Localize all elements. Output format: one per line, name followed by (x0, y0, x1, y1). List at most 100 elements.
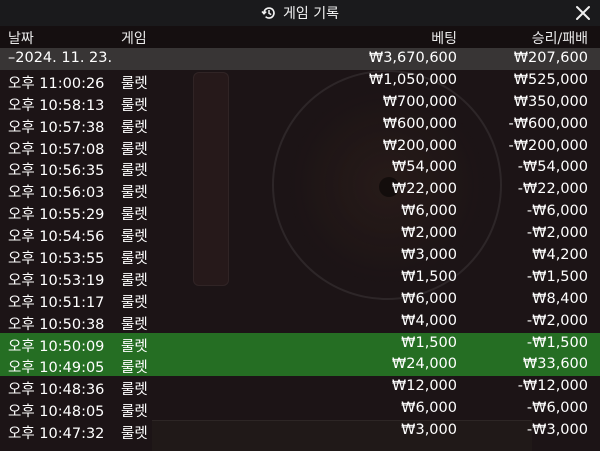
column-header-bet[interactable]: 베팅 (431, 28, 457, 48)
row-time: 오후 10:51:17 (8, 294, 105, 311)
row-time: 오후 10:50:38 (8, 316, 105, 333)
row-result: -₩54,000 (517, 159, 588, 176)
dialog-titlebar: 게임 기록 (0, 0, 600, 26)
row-result: -₩6,000 (526, 203, 588, 220)
row-game: 룰렛 (121, 119, 148, 136)
row-time: 오후 11:00:26 (8, 75, 105, 92)
row-bet: ₩6,000 (401, 203, 457, 220)
row-game: 룰렛 (121, 294, 148, 311)
row-bet: ₩54,000 (391, 159, 457, 176)
row-game: 룰렛 (121, 163, 148, 180)
table-row[interactable]: 오후 10:48:36 룰렛 ₩12,000 -₩12,000 (0, 376, 600, 398)
row-bet: ₩4,000 (401, 312, 457, 329)
table-row[interactable]: 오후 10:55:29 룰렛 ₩6,000 -₩6,000 (0, 201, 600, 223)
row-time: 오후 10:53:19 (8, 272, 105, 289)
table-row[interactable]: 오후 10:53:19 룰렛 ₩1,500 -₩1,500 (0, 267, 600, 289)
row-time: 오후 10:53:55 (8, 251, 105, 268)
row-result: -₩2,000 (526, 312, 588, 329)
table-row[interactable]: 오후 10:49:05 룰렛 ₩24,000 ₩33,600 (0, 354, 600, 376)
row-time: 오후 10:54:56 (8, 229, 105, 246)
dialog-title: 게임 기록 (283, 6, 339, 22)
column-header-result[interactable]: 승리/패배 (532, 28, 588, 48)
table-row[interactable]: 오후 10:57:08 룰렛 ₩200,000 -₩200,000 (0, 136, 600, 158)
row-result: ₩33,600 (522, 356, 588, 373)
row-bet: ₩6,000 (401, 290, 457, 307)
table-row[interactable]: 오후 10:54:56 룰렛 ₩2,000 -₩2,000 (0, 223, 600, 245)
table-row[interactable]: 오후 10:53:55 룰렛 ₩3,000 ₩4,200 (0, 245, 600, 267)
row-bet: ₩12,000 (391, 378, 457, 395)
row-bet: ₩1,500 (401, 268, 457, 285)
row-time: 오후 10:48:05 (8, 404, 105, 421)
table-row[interactable]: 오후 10:47:32 룰렛 ₩3,000 -₩3,000 (0, 420, 600, 442)
row-bet: ₩1,050,000 (368, 71, 457, 88)
table-row[interactable]: 오후 10:58:13 룰렛 ₩700,000 ₩350,000 (0, 92, 600, 114)
table-row[interactable]: 오후 10:50:38 룰렛 ₩4,000 -₩2,000 (0, 311, 600, 333)
column-header-date[interactable]: 날짜 (8, 28, 34, 48)
row-result: ₩4,200 (532, 247, 588, 264)
table-row[interactable]: 오후 11:00:26 룰렛 ₩1,050,000 ₩525,000 (0, 70, 600, 92)
row-game: 룰렛 (121, 229, 148, 246)
row-result: -₩3,000 (526, 422, 588, 439)
row-game: 룰렛 (121, 360, 148, 377)
date-summary-row[interactable]: –2024. 11. 23. ₩3,670,600 ₩207,600 (0, 48, 600, 70)
row-game: 룰렛 (121, 251, 148, 268)
table-row[interactable]: 오후 10:48:05 룰렛 ₩6,000 -₩6,000 (0, 398, 600, 420)
close-button[interactable] (572, 1, 594, 25)
row-bet: ₩200,000 (382, 137, 457, 154)
row-game: 룰렛 (121, 97, 148, 114)
row-result: -₩6,000 (526, 400, 588, 417)
row-bet: ₩24,000 (391, 356, 457, 373)
summary-result: ₩207,600 (513, 50, 588, 66)
row-bet: ₩3,000 (401, 247, 457, 264)
history-rows: 오후 11:00:26 룰렛 ₩1,050,000 ₩525,000 오후 10:58:… (0, 70, 600, 442)
table-row[interactable]: 오후 10:50:09 룰렛 ₩1,500 -₩1,500 (0, 332, 600, 355)
row-bet: ₩2,000 (401, 225, 457, 242)
row-time: 오후 10:58:13 (8, 97, 105, 114)
row-game: 룰렛 (121, 207, 148, 224)
game-history-dialog: 게임 기록 날짜 게임 베팅 승리/패배 –2024. 11. 23. ₩3,6… (0, 0, 600, 451)
row-time: 오후 10:50:09 (8, 338, 105, 355)
row-result: ₩350,000 (513, 93, 588, 110)
row-result: ₩8,400 (532, 290, 588, 307)
row-result: -₩1,500 (526, 334, 588, 351)
row-bet: ₩22,000 (391, 181, 457, 198)
row-time: 오후 10:48:36 (8, 382, 105, 399)
row-time: 오후 10:56:03 (8, 185, 105, 202)
history-clock-icon (261, 5, 277, 21)
row-time: 오후 10:57:38 (8, 119, 105, 136)
row-result: -₩200,000 (508, 137, 588, 154)
row-game: 룰렛 (121, 382, 148, 399)
row-bet: ₩1,500 (401, 334, 457, 351)
row-game: 룰렛 (121, 185, 148, 202)
row-game: 룰렛 (121, 75, 148, 92)
row-game: 룰렛 (121, 338, 148, 355)
row-time: 오후 10:49:05 (8, 360, 105, 377)
summary-date: –2024. 11. 23. (8, 50, 113, 66)
row-result: ₩525,000 (513, 71, 588, 88)
row-bet: ₩3,000 (401, 422, 457, 439)
table-header: 날짜 게임 베팅 승리/패배 (0, 26, 600, 48)
row-result: -₩2,000 (526, 225, 588, 242)
row-bet: ₩6,000 (401, 400, 457, 417)
row-game: 룰렛 (121, 316, 148, 333)
column-header-game[interactable]: 게임 (121, 28, 147, 48)
row-time: 오후 10:55:29 (8, 207, 105, 224)
row-result: -₩1,500 (526, 268, 588, 285)
row-result: -₩600,000 (508, 115, 588, 132)
row-result: -₩12,000 (517, 378, 588, 395)
row-time: 오후 10:56:35 (8, 163, 105, 180)
row-time: 오후 10:57:08 (8, 141, 105, 158)
summary-bet: ₩3,670,600 (368, 50, 457, 66)
close-icon[interactable] (575, 5, 591, 21)
table-row[interactable]: 오후 10:57:38 룰렛 ₩600,000 -₩600,000 (0, 114, 600, 136)
row-bet: ₩600,000 (382, 115, 457, 132)
table-row[interactable]: 오후 10:56:03 룰렛 ₩22,000 -₩22,000 (0, 179, 600, 201)
row-game: 룰렛 (121, 141, 148, 158)
row-game: 룰렛 (121, 272, 148, 289)
row-time: 오후 10:47:32 (8, 426, 105, 443)
table-row[interactable]: 오후 10:56:35 룰렛 ₩54,000 -₩54,000 (0, 157, 600, 179)
table-row[interactable]: 오후 10:51:17 룰렛 ₩6,000 ₩8,400 (0, 289, 600, 311)
row-bet: ₩700,000 (382, 93, 457, 110)
row-result: -₩22,000 (517, 181, 588, 198)
row-game: 룰렛 (121, 404, 148, 421)
